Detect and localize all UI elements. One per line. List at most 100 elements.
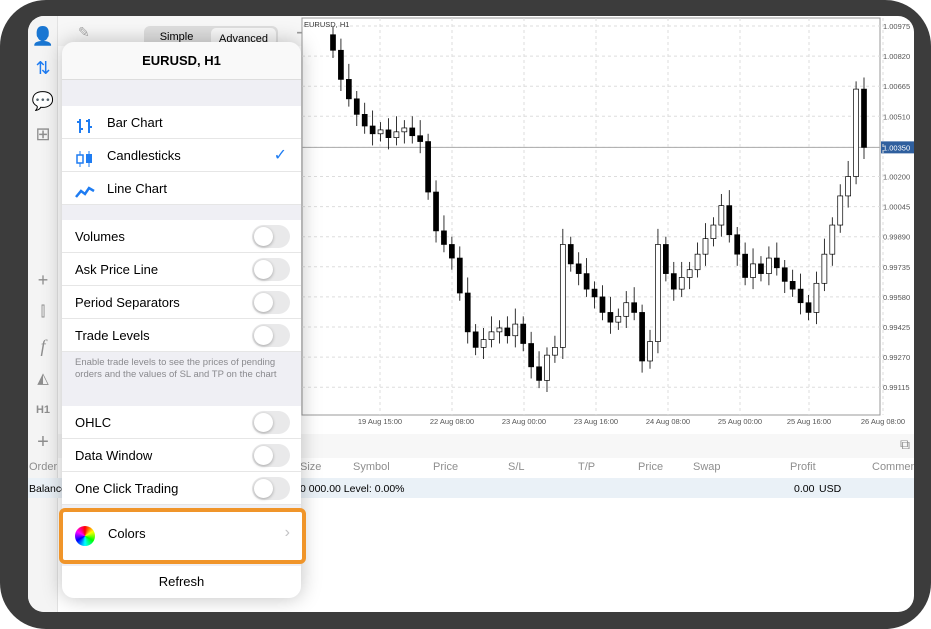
column-header: S/L bbox=[508, 461, 525, 473]
column-header: Swap bbox=[693, 461, 721, 473]
objects-icon[interactable]: ◭ bbox=[28, 369, 58, 387]
setting-ask-price-line: Ask Price Line bbox=[62, 253, 301, 286]
candle bbox=[583, 273, 590, 290]
candle bbox=[409, 127, 416, 137]
candle bbox=[496, 327, 503, 333]
setting-label: Trade Levels bbox=[75, 328, 150, 343]
column-header: Symbol bbox=[353, 461, 390, 473]
column-header: Comment bbox=[872, 461, 914, 473]
crosshair-icon[interactable]: + bbox=[28, 270, 58, 291]
column-header: Price bbox=[433, 461, 459, 473]
pencil-icon[interactable]: ✎ bbox=[78, 24, 90, 41]
toggle-switch[interactable] bbox=[252, 324, 290, 347]
candle bbox=[631, 302, 638, 313]
candle bbox=[607, 312, 614, 323]
layout-icon[interactable]: ⧉ bbox=[900, 436, 910, 453]
candle bbox=[678, 277, 685, 290]
candlesticks-icon bbox=[75, 147, 95, 167]
trade-arrows-icon[interactable]: ⇅ bbox=[28, 58, 58, 79]
y-tick-label: 0.99270 bbox=[883, 353, 910, 362]
setting-label: Period Separators bbox=[75, 295, 180, 310]
x-tick-label: 23 Aug 00:00 bbox=[502, 417, 546, 426]
chat-icon[interactable]: 💬 bbox=[28, 91, 58, 112]
candle bbox=[520, 323, 527, 344]
x-tick-label: 19 Aug 15:00 bbox=[358, 417, 402, 426]
toggle-switch[interactable] bbox=[252, 225, 290, 248]
candle bbox=[393, 131, 400, 139]
candle bbox=[512, 323, 519, 337]
chart-type-icon[interactable]: ⫿ bbox=[28, 303, 58, 320]
x-tick-label: 24 Aug 08:00 bbox=[646, 417, 690, 426]
timeframe-button[interactable]: H1 bbox=[28, 404, 58, 416]
setting-label: One Click Trading bbox=[75, 481, 179, 496]
candle bbox=[449, 244, 455, 259]
candle bbox=[338, 49, 344, 80]
x-tick-label: 23 Aug 16:00 bbox=[574, 417, 618, 426]
colors-button[interactable]: Colors › bbox=[59, 508, 306, 564]
y-tick-label: 1.00510 bbox=[883, 112, 910, 121]
x-tick-label: 26 Aug 08:00 bbox=[861, 417, 905, 426]
chart-type-label: Candlesticks bbox=[107, 148, 181, 163]
candle bbox=[797, 288, 804, 304]
candle bbox=[766, 257, 772, 274]
bar-chart-icon bbox=[75, 114, 95, 133]
candle bbox=[821, 253, 828, 284]
candle bbox=[742, 253, 748, 278]
candle bbox=[694, 253, 701, 271]
candle bbox=[353, 98, 360, 115]
color-wheel-icon bbox=[75, 526, 95, 546]
account-icon[interactable]: 👤 bbox=[28, 26, 58, 47]
refresh-button[interactable]: Refresh bbox=[62, 566, 301, 598]
candle bbox=[861, 88, 867, 148]
candle bbox=[686, 269, 693, 278]
candle bbox=[401, 127, 408, 133]
balance-text: 0 000.00 Level: 0.00% bbox=[300, 483, 405, 495]
setting-label: Data Window bbox=[75, 448, 153, 463]
setting-data-window: Data Window bbox=[62, 439, 301, 472]
setting-period-separators: Period Separators bbox=[62, 286, 301, 319]
price-chart[interactable]: 1.00975 1.00820 1.00665 1.00510 1.00350 1.002… bbox=[300, 16, 914, 436]
add-icon[interactable]: + bbox=[28, 431, 58, 454]
toggle-switch[interactable] bbox=[252, 444, 290, 467]
x-tick-label: 25 Aug 16:00 bbox=[787, 417, 831, 426]
candle bbox=[813, 282, 820, 313]
chart-type-candlesticks[interactable]: Candlesticks ✓ bbox=[62, 139, 301, 172]
candle bbox=[599, 296, 606, 313]
indicators-icon[interactable]: f bbox=[28, 336, 58, 357]
toggle-switch[interactable] bbox=[252, 258, 290, 281]
candle bbox=[536, 366, 542, 381]
setting-label: Volumes bbox=[75, 229, 125, 244]
candle bbox=[663, 244, 669, 274]
sidebar: 👤 ⇅ 💬 ⊞ + ⫿ f ◭ H1 + bbox=[28, 16, 58, 612]
x-tick-label: 25 Aug 00:00 bbox=[718, 417, 762, 426]
candle bbox=[623, 302, 630, 317]
popup-title: EURUSD, H1 bbox=[62, 42, 301, 80]
setting-ohlc: OHLC bbox=[62, 406, 301, 439]
toggle-switch[interactable] bbox=[252, 477, 290, 500]
candle bbox=[647, 341, 653, 362]
setting-volumes: Volumes bbox=[62, 220, 301, 253]
y-tick-label: 1.00820 bbox=[883, 52, 910, 61]
y-tick-label: 1.00045 bbox=[883, 203, 910, 212]
candle bbox=[417, 135, 424, 142]
chevron-right-icon: › bbox=[284, 524, 290, 541]
y-tick-label: 0.99580 bbox=[883, 293, 910, 302]
candle bbox=[702, 238, 709, 255]
toggle-switch[interactable] bbox=[252, 291, 290, 314]
candle bbox=[425, 141, 431, 193]
candle bbox=[829, 224, 836, 255]
y-tick-label: 1.00975 bbox=[883, 22, 910, 31]
chart-type-label: Bar Chart bbox=[107, 115, 163, 130]
chart-type-line-chart[interactable]: Line Chart bbox=[62, 172, 301, 205]
candle bbox=[575, 263, 582, 274]
x-tick-label: 22 Aug 08:00 bbox=[430, 417, 474, 426]
toggle-switch[interactable] bbox=[252, 411, 290, 434]
chart-type-bar-chart[interactable]: Bar Chart bbox=[62, 106, 301, 139]
add-document-icon[interactable]: ⊞ bbox=[28, 124, 58, 145]
candle bbox=[591, 288, 598, 298]
column-header: T/P bbox=[578, 461, 596, 473]
candle bbox=[750, 263, 756, 278]
candle bbox=[472, 331, 479, 348]
y-tick-label: 1.00200 bbox=[883, 173, 910, 182]
candle bbox=[615, 315, 622, 323]
